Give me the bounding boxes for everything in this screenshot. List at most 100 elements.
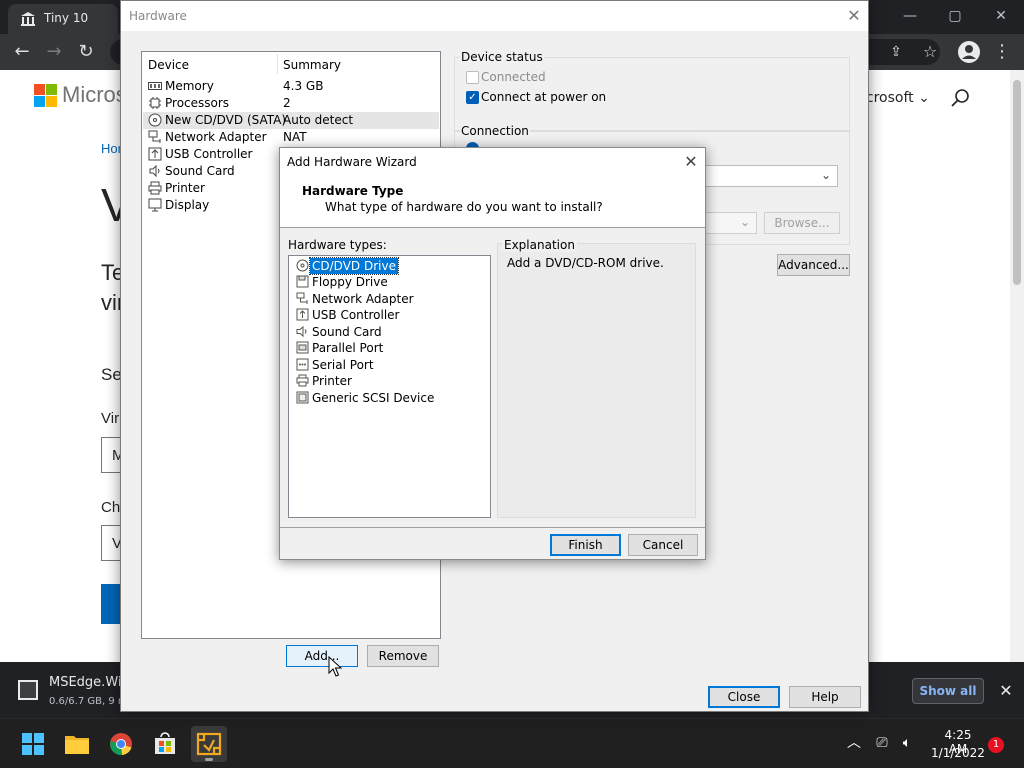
hardware-type-scsi[interactable]: Generic SCSI Device <box>295 390 485 406</box>
device-status-label: Device status <box>460 50 544 64</box>
hardware-type-parallel-port[interactable]: Parallel Port <box>295 340 485 356</box>
hardware-type-label: Floppy Drive <box>312 275 388 289</box>
wizard-title: Add Hardware Wizard <box>287 155 417 169</box>
usb-icon <box>148 147 162 161</box>
chevron-up-icon[interactable]: ︿ <box>845 734 863 752</box>
download-file-name[interactable]: MSEdge.Win <box>49 675 130 690</box>
field1-label: Vir <box>101 410 120 427</box>
remove-button[interactable]: Remove <box>367 645 439 667</box>
reload-icon[interactable]: ↻ <box>74 40 98 64</box>
store-bag-icon <box>155 732 175 754</box>
close-icon[interactable]: ✕ <box>676 150 706 174</box>
cancel-button[interactable]: Cancel <box>628 534 698 556</box>
hardware-type-network[interactable]: Network Adapter <box>295 291 485 307</box>
close-window-icon[interactable]: ✕ <box>983 4 1019 28</box>
file-explorer-button[interactable] <box>59 726 95 762</box>
hardware-type-label: Generic SCSI Device <box>312 391 435 405</box>
hardware-type-floppy[interactable]: Floppy Drive <box>295 274 485 290</box>
device-summary: Auto detect <box>283 113 354 127</box>
hardware-title: Hardware <box>129 9 187 23</box>
device-name: Memory <box>165 79 214 93</box>
zip-file-icon <box>18 680 38 700</box>
scrollbar-thumb[interactable] <box>1013 80 1021 285</box>
maximize-icon[interactable]: ▢ <box>937 4 973 28</box>
wizard-footer: Finish Cancel <box>280 528 705 559</box>
connect-at-power-on-checkbox[interactable]: ✓ <box>466 91 479 104</box>
start-button[interactable] <box>15 726 51 762</box>
device-row-memory[interactable]: Memory 4.3 GB <box>143 78 439 95</box>
add-button[interactable]: Add... <box>286 645 358 667</box>
floppy-icon <box>296 275 309 288</box>
microsoft-logo-icon <box>34 84 58 108</box>
chevron-down-icon: ⌄ <box>820 168 831 182</box>
download-progress: 0.6/6.7 GB, 9 mi <box>49 696 131 707</box>
column-device[interactable]: Device <box>148 58 189 72</box>
image-file-combo[interactable]: ⌄ <box>701 212 757 234</box>
hardware-type-printer[interactable]: Printer <box>295 373 485 389</box>
taskbar: ︿ ⎚ 🔈︎ 4:25 AM 1/1/2022 1 <box>0 718 1024 768</box>
hardware-types-list[interactable]: CD/DVD Drive Floppy Drive Network Adapte… <box>288 255 491 518</box>
chrome-button[interactable] <box>103 726 139 762</box>
connection-label: Connection <box>460 124 530 138</box>
volume-icon[interactable]: 🔈︎ <box>898 734 916 752</box>
browse-button[interactable]: Browse... <box>764 212 840 234</box>
connection-combo[interactable]: ⌄ <box>701 165 838 187</box>
search-icon[interactable] <box>948 86 972 110</box>
device-row-network[interactable]: Network Adapter NAT <box>143 129 439 146</box>
connected-label: Connected <box>481 70 546 84</box>
back-arrow-icon[interactable]: ← <box>10 40 34 64</box>
sound-icon <box>149 164 160 178</box>
chevron-down-icon: ⌄ <box>739 215 750 229</box>
hardware-type-label: Parallel Port <box>312 341 384 355</box>
hardware-type-label: USB Controller <box>312 308 400 322</box>
network-adapter-icon <box>148 130 161 143</box>
help-button[interactable]: Help <box>789 686 861 708</box>
processor-icon <box>149 97 161 109</box>
clock-date[interactable]: 1/1/2022 <box>930 746 986 760</box>
browser-tab[interactable]: Tiny 10 <box>8 4 118 34</box>
all-microsoft-menu[interactable]: icrosoft ⌄ <box>862 90 930 106</box>
show-all-button[interactable]: Show all <box>912 678 984 704</box>
hardware-type-cd-dvd[interactable]: CD/DVD Drive <box>295 257 485 275</box>
bookmark-star-icon[interactable]: ☆ <box>918 40 942 64</box>
vmware-button[interactable] <box>191 726 227 762</box>
close-button[interactable]: Close <box>708 686 780 708</box>
column-summary[interactable]: Summary <box>283 58 341 72</box>
wizard-header-title: Hardware Type <box>302 184 404 198</box>
device-name: Processors <box>165 96 230 110</box>
device-row-cd-dvd[interactable]: New CD/DVD (SATA) Auto detect <box>143 112 439 129</box>
network-icon[interactable]: ⎚ <box>873 734 891 752</box>
device-name: Sound Card <box>165 164 235 178</box>
profile-icon[interactable] <box>957 40 981 64</box>
hardware-type-serial-port[interactable]: Serial Port <box>295 357 485 373</box>
memory-icon <box>148 82 162 90</box>
parallel-port-icon <box>296 341 309 354</box>
hardware-type-label: Printer <box>312 374 352 388</box>
close-shelf-icon[interactable]: ✕ <box>996 678 1016 704</box>
store-button[interactable] <box>147 726 183 762</box>
wizard-titlebar: Add Hardware Wizard ✕ <box>280 148 705 176</box>
scsi-device-icon <box>296 391 309 404</box>
device-row-processors[interactable]: Processors 2 <box>143 95 439 112</box>
device-name: Network Adapter <box>165 130 267 144</box>
chrome-icon <box>110 733 132 756</box>
forward-arrow-icon[interactable]: → <box>42 40 66 64</box>
page-scrollbar[interactable] <box>1010 70 1024 662</box>
hardware-type-sound[interactable]: Sound Card <box>295 324 485 340</box>
notification-badge[interactable]: 1 <box>988 737 1004 753</box>
finish-button[interactable]: Finish <box>550 534 621 556</box>
tab-title: Tiny 10 <box>44 11 89 25</box>
minimize-icon[interactable]: — <box>892 4 928 28</box>
advanced-button[interactable]: Advanced... <box>777 254 850 276</box>
cd-dvd-icon <box>148 113 162 127</box>
folder-icon <box>65 736 89 754</box>
more-vertical-icon[interactable]: ⋮ <box>990 40 1014 64</box>
hardware-types-label: Hardware types: <box>288 238 387 252</box>
hardware-type-usb[interactable]: USB Controller <box>295 307 485 323</box>
close-icon[interactable]: ✕ <box>839 4 869 28</box>
connected-checkbox[interactable] <box>466 71 479 84</box>
hardware-type-label: CD/DVD Drive <box>309 257 399 275</box>
cd-dvd-icon <box>296 259 309 272</box>
chevron-down-icon: ⌄ <box>918 90 930 106</box>
share-icon[interactable]: ⇪ <box>884 40 908 64</box>
